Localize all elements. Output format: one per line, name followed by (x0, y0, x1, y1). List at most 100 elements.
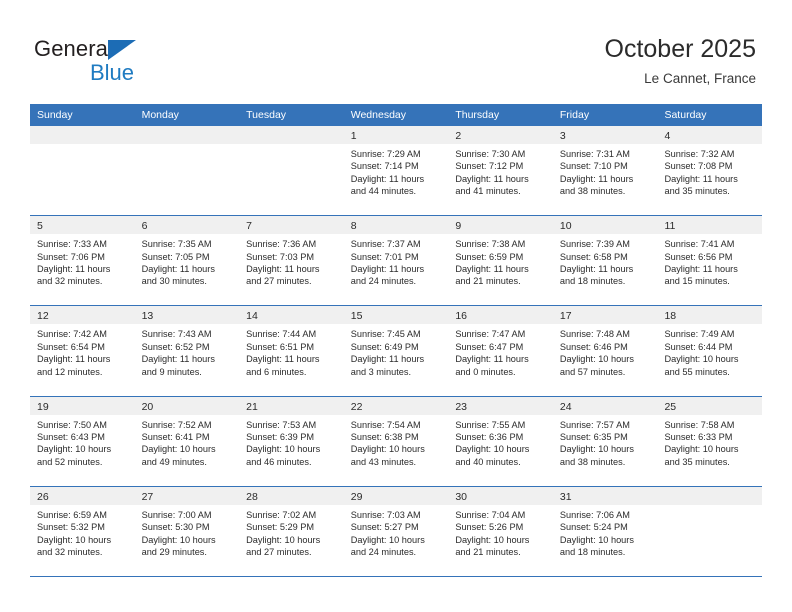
calendar-day-cell[interactable]: 6 Sunrise: 7:35 AM Sunset: 7:05 PM Daylight… (134, 216, 240, 306)
general-blue-logo[interactable]: General Blue (34, 36, 184, 88)
calendar-day-cell[interactable]: 11 Sunrise: 7:41 AM Sunset: 6:56 PM Dayligh… (657, 216, 763, 306)
sunrise-time: Sunrise: 7:36 AM (246, 239, 317, 250)
calendar-day-cell[interactable]: 15 Sunrise: 7:45 AM Sunset: 6:49 PM Dayligh… (343, 306, 449, 396)
day-number-band: 24 (552, 396, 658, 415)
calendar-day-cell[interactable]: 13 Sunrise: 7:43 AM Sunset: 6:52 PM Dayligh… (134, 306, 240, 396)
sunset-time: Sunset: 7:01 PM (350, 251, 419, 262)
daylight-duration-line2: and 27 minutes. (246, 276, 312, 287)
calendar-day-cell[interactable]: 12 Sunrise: 7:42 AM Sunset: 6:54 PM Dayligh… (30, 306, 135, 396)
calendar-day-cell[interactable]: 18 Sunrise: 7:49 AM Sunset: 6:44 PM Dayligh… (657, 306, 763, 396)
sunrise-time: Sunrise: 7:04 AM (455, 509, 526, 520)
calendar-day-cell[interactable]: 3 Sunrise: 7:31 AM Sunset: 7:10 PM Daylight… (552, 126, 658, 216)
day-details: Sunrise: 7:29 AM Sunset: 7:14 PM Daylight:… (344, 144, 449, 198)
sunrise-time: Sunrise: 7:06 AM (559, 509, 630, 520)
day-number-band: 15 (343, 306, 449, 325)
calendar-day-cell[interactable]: 29 Sunrise: 7:03 AM Sunset: 5:27 PM Dayligh… (343, 486, 449, 576)
calendar-day-cell[interactable]: 28 Sunrise: 7:02 AM Sunset: 5:29 PM Dayligh… (239, 486, 344, 576)
sunrise-time: Sunrise: 7:49 AM (664, 329, 735, 340)
daylight-duration-line2: and 9 minutes. (141, 366, 202, 377)
weekday-header-friday: Friday (559, 109, 590, 121)
daylight-duration-line1: Daylight: 10 hours (664, 444, 739, 455)
sunrise-time: Sunrise: 7:58 AM (664, 419, 735, 430)
day-number: 3 (559, 130, 566, 142)
calendar-day-cell[interactable]: 7 Sunrise: 7:36 AM Sunset: 7:03 PM Daylight… (239, 216, 344, 306)
daylight-duration-line1: Daylight: 11 hours (350, 264, 425, 274)
weekday-header-thursday: Thursday (455, 109, 500, 121)
calendar-day-cell[interactable]: 25 Sunrise: 7:58 AM Sunset: 6:33 PM Dayligh… (657, 396, 763, 486)
daylight-duration-line2: and 18 minutes. (559, 546, 626, 557)
calendar-week-row: 19 Sunrise: 7:50 AM Sunset: 6:43 PM Dayligh… (30, 396, 763, 487)
day-number: 26 (37, 490, 49, 503)
sunset-time: Sunset: 7:03 PM (246, 251, 315, 262)
daylight-duration-line1: Daylight: 11 hours (141, 354, 215, 365)
day-number-band: 29 (343, 486, 449, 505)
day-details: Sunrise: 7:53 AM Sunset: 6:39 PM Daylight:… (239, 415, 344, 469)
daylight-duration-line2: and 24 minutes. (350, 276, 417, 287)
calendar-day-cell[interactable]: 30 Sunrise: 7:04 AM Sunset: 5:26 PM Dayligh… (448, 486, 553, 576)
calendar-day-cell[interactable]: 9 Sunrise: 7:38 AM Sunset: 6:59 PM Daylight… (448, 216, 553, 306)
daylight-duration-line2: and 18 minutes. (559, 276, 626, 287)
daylight-duration-line1: Daylight: 11 hours (455, 354, 529, 365)
daylight-duration-line2: and 40 minutes. (455, 456, 521, 467)
daylight-duration-line1: Daylight: 10 hours (141, 444, 216, 455)
day-details: Sunrise: 7:43 AM Sunset: 6:52 PM Daylight:… (135, 324, 240, 378)
calendar-day-cell[interactable]: 8 Sunrise: 7:37 AM Sunset: 7:01 PM Daylight… (343, 216, 449, 306)
day-details: Sunrise: 7:31 AM Sunset: 7:10 PM Daylight:… (553, 144, 658, 198)
day-number-band: 1 (343, 126, 449, 144)
day-number: 15 (350, 310, 363, 323)
day-number-band: 20 (134, 396, 240, 415)
calendar-day-cell[interactable]: 21 Sunrise: 7:53 AM Sunset: 6:39 PM Dayligh… (239, 396, 344, 486)
calendar-day-cell[interactable]: 20 Sunrise: 7:52 AM Sunset: 6:41 PM Dayligh… (134, 396, 240, 486)
sunrise-time: Sunrise: 7:31 AM (559, 149, 630, 159)
day-number: 20 (141, 400, 154, 413)
calendar-day-cell[interactable]: 5 Sunrise: 7:33 AM Sunset: 7:06 PM Daylight… (30, 216, 135, 306)
sunrise-time: Sunrise: 7:33 AM (37, 239, 107, 250)
sunset-time: Sunset: 6:49 PM (350, 341, 419, 352)
day-number-band: 25 (657, 396, 763, 415)
day-details: Sunrise: 7:38 AM Sunset: 6:59 PM Daylight:… (448, 234, 553, 288)
day-number: 2 (455, 130, 462, 142)
sunrise-time: Sunrise: 7:39 AM (559, 239, 630, 250)
calendar-day-cell[interactable]: 4 Sunrise: 7:32 AM Sunset: 7:08 PM Daylight… (657, 126, 763, 216)
daylight-duration-line1: Daylight: 11 hours (455, 173, 529, 184)
day-details: Sunrise: 7:39 AM Sunset: 6:58 PM Daylight:… (553, 234, 658, 288)
day-number-band: 30 (448, 486, 553, 505)
calendar-day-cell[interactable]: 10 Sunrise: 7:39 AM Sunset: 6:58 PM Dayligh… (552, 216, 658, 306)
calendar-day-cell[interactable]: 14 Sunrise: 7:44 AM Sunset: 6:51 PM Dayligh… (239, 306, 344, 396)
sunset-time: Sunset: 6:52 PM (141, 341, 210, 352)
day-number: 29 (350, 490, 363, 503)
daylight-duration-line1: Daylight: 11 hours (246, 354, 320, 365)
calendar-day-cell[interactable]: 23 Sunrise: 7:55 AM Sunset: 6:36 PM Dayligh… (448, 396, 553, 486)
calendar-week-row: 5 Sunrise: 7:33 AM Sunset: 7:06 PM Daylight… (30, 216, 763, 307)
calendar-week-row: 1 Sunrise: 7:29 AM Sunset: 7:14 PM Daylight… (30, 126, 763, 217)
calendar-day-cell[interactable]: 27 Sunrise: 7:00 AM Sunset: 5:30 PM Dayligh… (134, 486, 240, 576)
day-number-band: 26 (30, 486, 135, 505)
daylight-duration-line2: and 24 minutes. (350, 546, 417, 557)
calendar-day-cell[interactable]: 24 Sunrise: 7:57 AM Sunset: 6:35 PM Dayligh… (552, 396, 658, 486)
sunset-time: Sunset: 6:47 PM (455, 341, 524, 352)
calendar-grid: Sunday Monday Tuesday Wednesday Thursday Frid… (30, 104, 763, 577)
calendar-day-cell[interactable]: 26 Sunrise: 6:59 AM Sunset: 5:32 PM Dayligh… (30, 486, 135, 576)
sunset-time: Sunset: 6:38 PM (350, 431, 419, 442)
day-number: 16 (455, 310, 467, 323)
day-number: 24 (559, 400, 572, 413)
calendar-day-cell[interactable]: 2 Sunrise: 7:30 AM Sunset: 7:12 PM Daylight… (448, 126, 553, 216)
calendar-day-cell[interactable]: 19 Sunrise: 7:50 AM Sunset: 6:43 PM Dayligh… (30, 396, 135, 486)
day-number-band: 12 (30, 306, 135, 325)
weekday-header-row: Sunday Monday Tuesday Wednesday Thursday Frid… (30, 104, 762, 126)
calendar-day-cell[interactable]: 17 Sunrise: 7:48 AM Sunset: 6:46 PM Dayligh… (552, 306, 658, 396)
daylight-duration-line1: Daylight: 10 hours (37, 534, 112, 545)
day-details: Sunrise: 7:02 AM Sunset: 5:29 PM Daylight:… (239, 505, 344, 559)
daylight-duration-line1: Daylight: 11 hours (37, 264, 111, 274)
sunrise-time: Sunrise: 7:42 AM (37, 329, 107, 340)
sunset-time: Sunset: 7:12 PM (455, 161, 524, 172)
calendar-day-cell[interactable]: 31 Sunrise: 7:06 AM Sunset: 5:24 PM Dayligh… (552, 486, 658, 576)
sunrise-time: Sunrise: 7:00 AM (141, 509, 212, 520)
day-number: 30 (455, 490, 467, 503)
calendar-day-cell[interactable]: 16 Sunrise: 7:47 AM Sunset: 6:47 PM Dayligh… (448, 306, 553, 396)
logo-text-blue: Blue (90, 60, 135, 85)
day-details: Sunrise: 7:00 AM Sunset: 5:30 PM Daylight:… (135, 505, 240, 559)
day-details: Sunrise: 7:54 AM Sunset: 6:38 PM Daylight:… (344, 415, 449, 469)
calendar-day-cell[interactable]: 22 Sunrise: 7:54 AM Sunset: 6:38 PM Dayligh… (343, 396, 449, 486)
calendar-day-cell[interactable]: 1 Sunrise: 7:29 AM Sunset: 7:14 PM Daylight… (343, 126, 449, 216)
